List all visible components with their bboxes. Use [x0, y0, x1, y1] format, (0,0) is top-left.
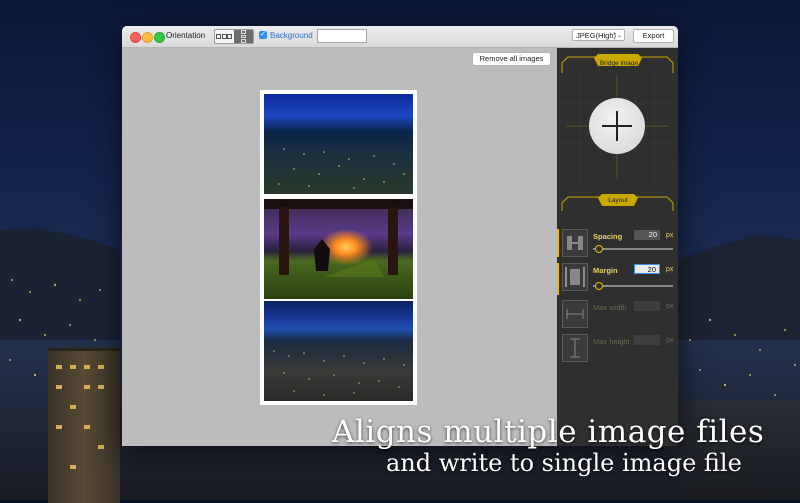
orientation-label: Orientation: [166, 31, 206, 40]
bridge-image-section: Bridge image: [560, 53, 675, 183]
export-button[interactable]: Export: [633, 29, 674, 43]
vertical-orientation-icon[interactable]: [234, 30, 253, 43]
image-tile-pavilion-sunset[interactable]: [264, 199, 413, 299]
horizontal-orientation-icon[interactable]: [215, 30, 233, 43]
spacing-label: Spacing: [593, 232, 623, 241]
max-width-input[interactable]: [634, 301, 660, 311]
city-dusk-lights: [273, 350, 405, 396]
background-color-well[interactable]: [317, 29, 367, 43]
spacing-unit: px: [666, 232, 674, 239]
margin-slider-track[interactable]: [593, 285, 673, 287]
caption-line-1: Aligns multiple image files: [332, 414, 765, 450]
image-tile-city-night[interactable]: [264, 94, 413, 194]
caption-line-2: and write to single image file: [386, 449, 742, 477]
select-arrows-icon: ⌃⌄: [611, 33, 622, 39]
minimize-button[interactable]: [142, 32, 153, 43]
margin-icon: [562, 263, 588, 291]
active-indicator: [557, 229, 559, 257]
close-button[interactable]: [130, 32, 141, 43]
layout-label: Layout: [608, 197, 628, 204]
max-height-label: Max height: [593, 337, 630, 346]
format-value: JPEG(High): [576, 31, 617, 40]
pavilion-silhouette: [264, 199, 413, 277]
max-width-unit: px: [666, 303, 674, 310]
max-height-icon: [562, 334, 588, 362]
background-checkbox[interactable]: ✓: [259, 31, 267, 39]
max-width-label: Max width: [593, 303, 627, 312]
spacing-slider-knob[interactable]: [595, 245, 603, 253]
add-bridge-image-button[interactable]: [589, 98, 645, 154]
spacing-row: Spacing 20 px: [557, 229, 678, 257]
title-bar: Orientation ✓ Background JPEG(High) ⌃⌄ E…: [122, 26, 678, 48]
app-window: Orientation ✓ Background JPEG(High) ⌃⌄ E…: [122, 26, 678, 446]
bridge-image-label: Bridge image: [599, 60, 639, 67]
background-label[interactable]: Background: [270, 31, 313, 40]
max-height-unit: px: [666, 337, 674, 344]
active-indicator: [557, 263, 559, 295]
settings-panel: Bridge image Layout Spacing 20 px Margin…: [557, 48, 678, 446]
max-width-icon: [562, 300, 588, 328]
hotel-building: [48, 348, 120, 503]
margin-row: Margin 20 px: [557, 263, 678, 295]
margin-unit: px: [666, 266, 674, 273]
margin-label: Margin: [593, 266, 618, 275]
city-lights-overlay: [278, 148, 405, 189]
layout-section-header: Layout: [560, 191, 675, 221]
margin-input[interactable]: 20: [634, 264, 660, 274]
zoom-button[interactable]: [154, 32, 165, 43]
orientation-segmented-control[interactable]: [214, 29, 254, 44]
margin-slider-knob[interactable]: [595, 282, 603, 290]
format-select[interactable]: JPEG(High) ⌃⌄: [572, 29, 625, 41]
canvas-area[interactable]: Remove all images: [122, 48, 557, 446]
remove-all-images-button[interactable]: Remove all images: [472, 52, 551, 66]
spacing-icon: [562, 229, 588, 257]
output-preview-sheet: [260, 90, 417, 405]
max-height-input[interactable]: [634, 335, 660, 345]
spacing-slider-track[interactable]: [593, 248, 673, 250]
spacing-input[interactable]: 20: [634, 230, 660, 240]
max-height-row: Max height px: [557, 334, 678, 364]
max-width-row: Max width px: [557, 300, 678, 330]
image-tile-city-dusk[interactable]: [264, 301, 413, 401]
